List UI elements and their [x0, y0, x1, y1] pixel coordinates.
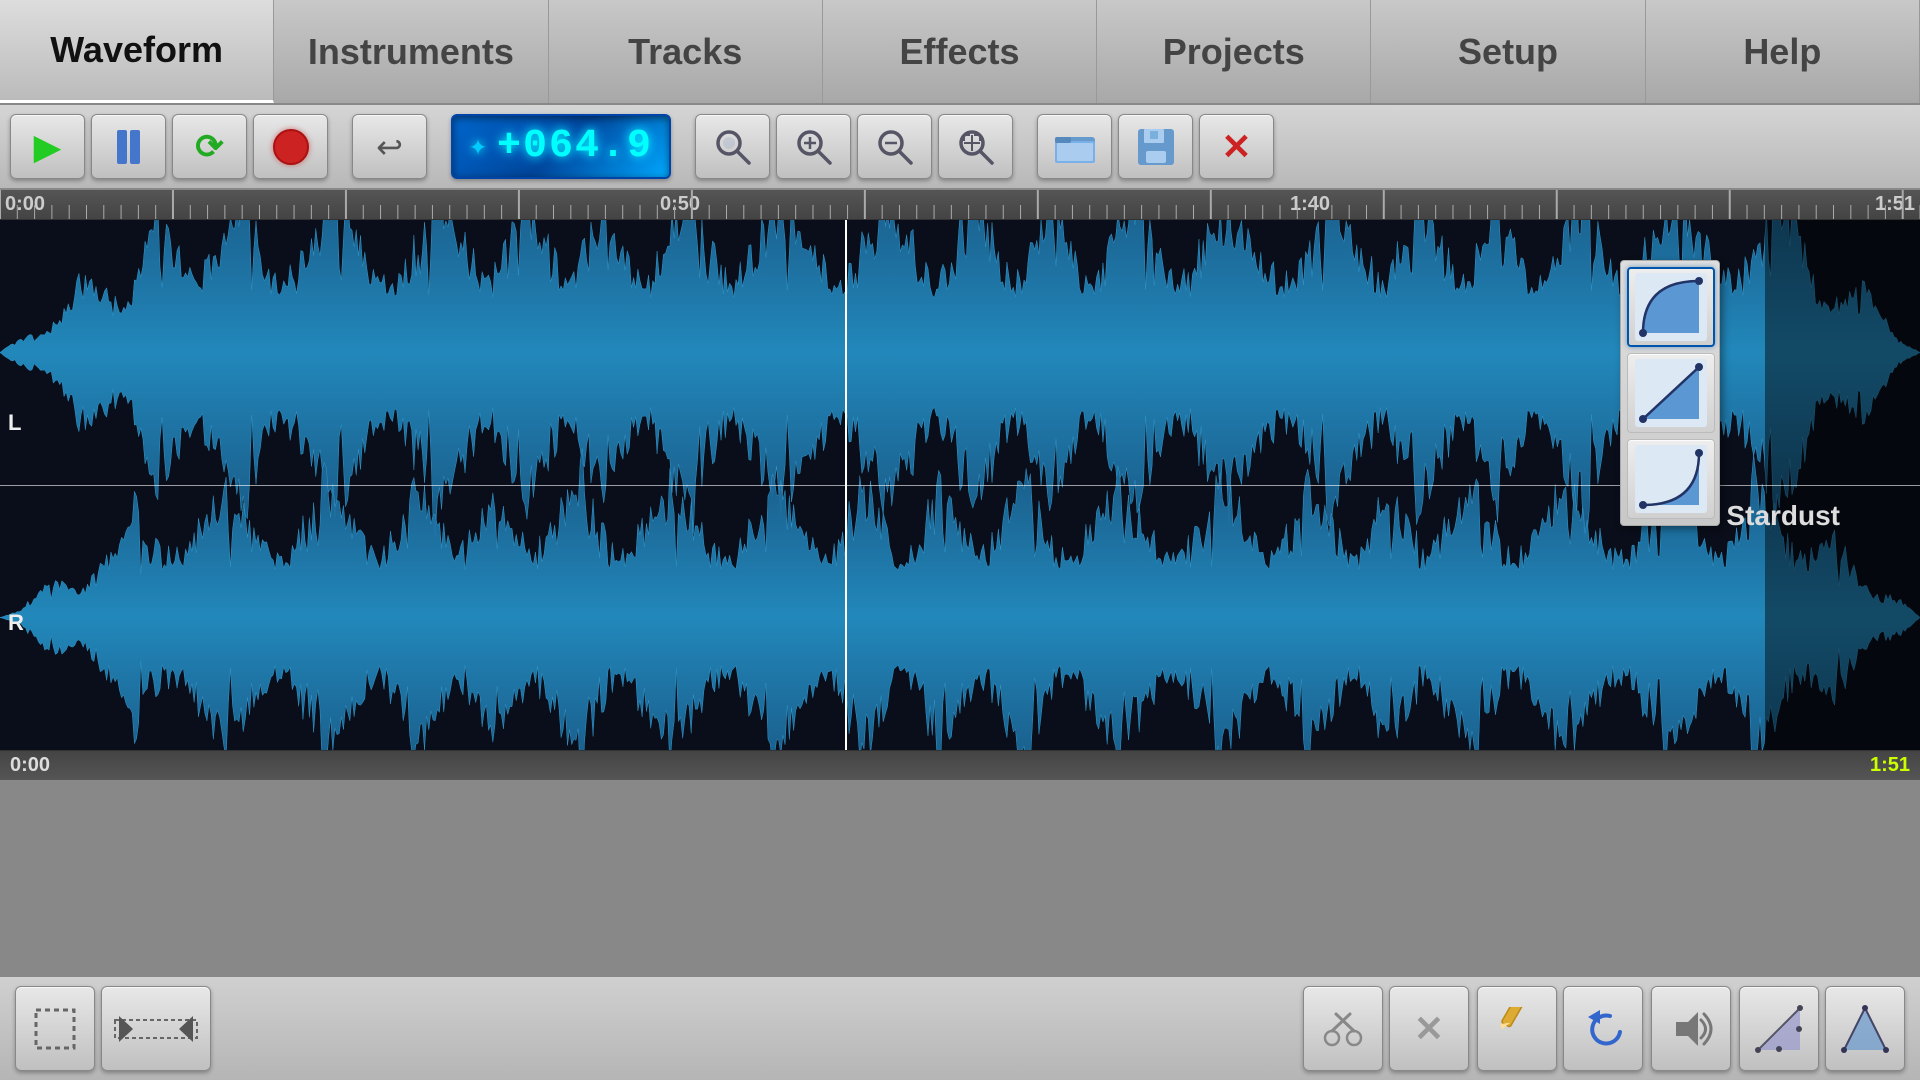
time-value: +064.9: [497, 124, 653, 169]
scissors-button[interactable]: [1303, 986, 1383, 1071]
tab-instruments[interactable]: Instruments: [274, 0, 548, 103]
zoom-out-button[interactable]: [857, 114, 932, 179]
channel-l-label: L: [8, 410, 21, 436]
toolbar: ▶ ⟳ ↩ ✦ +064.9: [0, 105, 1920, 190]
loop-button[interactable]: ⟳: [172, 114, 247, 179]
zoom-fit-icon: [956, 127, 996, 167]
fade-curve-in-icon: [1635, 273, 1707, 341]
pause-button[interactable]: [91, 114, 166, 179]
record-button[interactable]: [253, 114, 328, 179]
fade-panel: [1620, 260, 1720, 526]
fade-tools: [1739, 986, 1905, 1071]
stardust-label: Stardust: [1726, 500, 1840, 532]
bottom-time-end: 1:51: [1870, 754, 1910, 777]
tab-tracks[interactable]: Tracks: [549, 0, 823, 103]
fade-option-curve-in[interactable]: [1627, 267, 1715, 347]
action-tools: [1477, 986, 1643, 1071]
tab-effects[interactable]: Effects: [823, 0, 1097, 103]
save-button[interactable]: [1118, 114, 1193, 179]
fade-tool-2-icon: [1840, 1004, 1890, 1054]
pause-icon: [117, 130, 140, 164]
ruler-time-end: 1:51: [1875, 193, 1915, 216]
volume-icon: [1668, 1006, 1714, 1052]
zoom-normal-button[interactable]: [695, 114, 770, 179]
play-button[interactable]: ▶: [10, 114, 85, 179]
ruler-time-50: 0:50: [660, 193, 700, 216]
tab-help[interactable]: Help: [1646, 0, 1920, 103]
ruler-ticks: // Will be drawn via JS below: [0, 190, 1920, 219]
tab-waveform[interactable]: Waveform: [0, 0, 274, 103]
loop-icon: ⟳: [195, 127, 224, 167]
time-bottom-bar: 0:00 1:51: [0, 750, 1920, 780]
zoom-in-icon: [794, 127, 834, 167]
time-display: ✦ +064.9: [451, 114, 671, 179]
zoom-normal-icon: [713, 127, 753, 167]
zoom-out-icon: [875, 127, 915, 167]
pencil-icon: [1495, 1007, 1539, 1051]
ruler-time-0: 0:00: [5, 193, 45, 216]
undo-button[interactable]: ↩: [352, 114, 427, 179]
fade-linear-icon: [1635, 359, 1707, 427]
bottom-time-start: 0:00: [10, 754, 50, 777]
time-icon: ✦: [469, 128, 489, 165]
playhead[interactable]: [845, 220, 847, 750]
select-icon: [30, 1004, 80, 1054]
bottom-toolbar: ✕: [0, 975, 1920, 1080]
selection-tools: [15, 986, 211, 1071]
volume-tools: [1651, 986, 1731, 1071]
undo-icon: ↩: [376, 128, 403, 166]
edit-tools: ✕: [1303, 986, 1469, 1071]
save-icon: [1136, 127, 1176, 167]
select-button[interactable]: [15, 986, 95, 1071]
fade-option-curve-out[interactable]: [1627, 439, 1715, 519]
play-icon: ▶: [34, 126, 62, 168]
waveform-area[interactable]: L R: [0, 220, 1920, 750]
main-content: 0:00 0:50 1:40 1:51 // Will be drawn via…: [0, 190, 1920, 975]
pencil-button[interactable]: [1477, 986, 1557, 1071]
fade-option-linear[interactable]: [1627, 353, 1715, 433]
fade-tool-2-button[interactable]: [1825, 986, 1905, 1071]
zoom-fit-button[interactable]: [938, 114, 1013, 179]
delete-icon: ✕: [1414, 1008, 1444, 1050]
fade-curve-out-icon: [1635, 445, 1707, 513]
fade-tool-1-icon: [1754, 1004, 1804, 1054]
fade-tool-1-button[interactable]: [1739, 986, 1819, 1071]
ruler-time-140: 1:40: [1290, 193, 1330, 216]
timeline-ruler: 0:00 0:50 1:40 1:51 // Will be drawn via…: [0, 190, 1920, 220]
channel-r-label: R: [8, 610, 24, 636]
close-icon: ✕: [1221, 126, 1251, 168]
record-icon: [273, 129, 309, 165]
tab-bar: Waveform Instruments Tracks Effects Proj…: [0, 0, 1920, 105]
scissors-icon: [1320, 1006, 1366, 1052]
open-folder-button[interactable]: [1037, 114, 1112, 179]
undo-bottom-icon: [1580, 1006, 1626, 1052]
zoom-in-button[interactable]: [776, 114, 851, 179]
trim-button[interactable]: [101, 986, 211, 1071]
tab-setup[interactable]: Setup: [1371, 0, 1645, 103]
folder-icon: [1053, 129, 1097, 165]
volume-button[interactable]: [1651, 986, 1731, 1071]
trim-icon: [111, 1004, 201, 1054]
undo-bottom-button[interactable]: [1563, 986, 1643, 1071]
tab-projects[interactable]: Projects: [1097, 0, 1371, 103]
delete-button[interactable]: ✕: [1389, 986, 1469, 1071]
close-button[interactable]: ✕: [1199, 114, 1274, 179]
